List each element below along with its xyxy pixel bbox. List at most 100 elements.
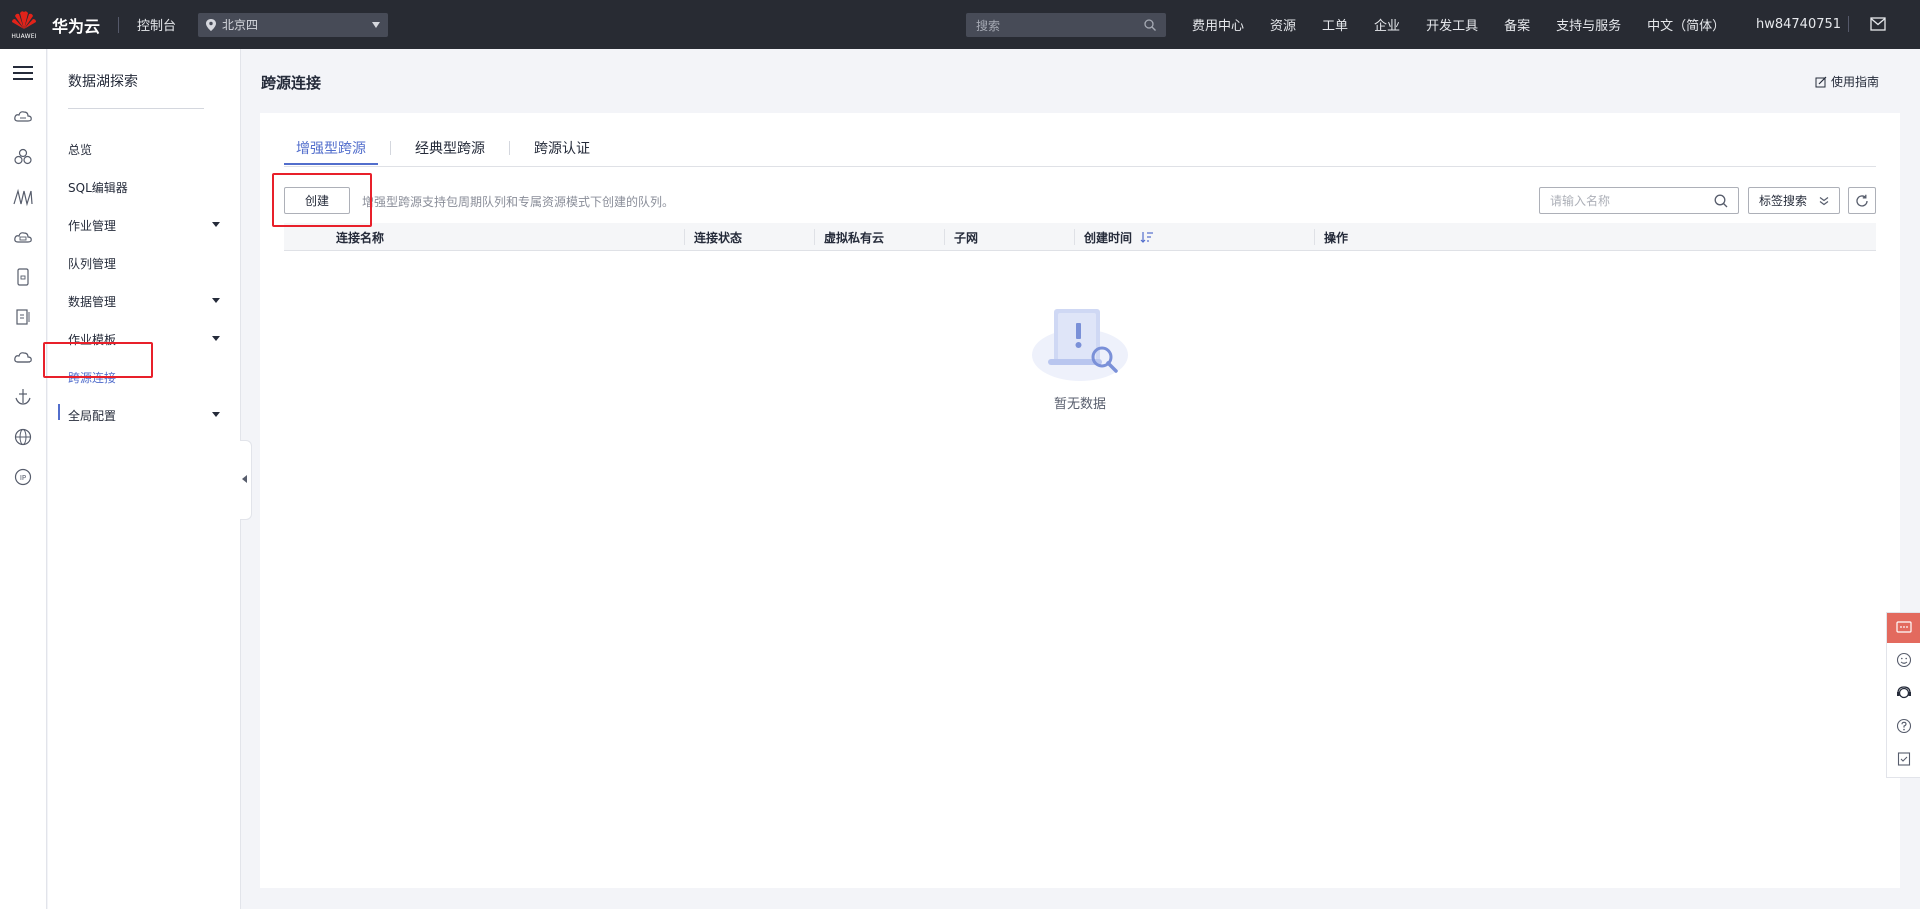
sort-icon[interactable] xyxy=(1140,231,1154,243)
tab-bar: 增强型跨源 经典型跨源 跨源认证 xyxy=(284,133,602,165)
mail-icon[interactable] xyxy=(1870,17,1886,31)
tag-search-button[interactable]: 标签搜索 xyxy=(1748,187,1840,214)
nav-support[interactable]: 支持与服务 xyxy=(1556,15,1621,34)
region-selector[interactable]: 北京四 xyxy=(198,12,389,37)
collapse-left-icon xyxy=(242,475,247,483)
column-divider xyxy=(814,229,815,245)
column-divider xyxy=(944,229,945,245)
column-subnet: 子网 xyxy=(954,230,979,245)
content-card: 增强型跨源 经典型跨源 跨源认证 创建 增强型跨源支持包周期队列和专属资源模式下… xyxy=(260,113,1900,888)
hint-text: 增强型跨源支持包周期队列和专属资源模式下创建的队列。 xyxy=(362,195,675,209)
cloud-icon[interactable] xyxy=(13,347,33,367)
sidebar-collapse-toggle[interactable] xyxy=(240,440,252,520)
user-account[interactable]: hw84740751 xyxy=(1756,0,1841,49)
cloud-server-icon[interactable] xyxy=(13,107,33,127)
column-create-time-label: 创建时间 xyxy=(1084,230,1133,245)
anchor-icon[interactable] xyxy=(13,387,33,407)
user-guide-link[interactable]: 使用指南 xyxy=(1815,73,1879,90)
ip-address-icon[interactable]: IP xyxy=(13,467,33,487)
column-actions: 操作 xyxy=(1324,230,1349,245)
sidebar-item-overview[interactable]: 总览 xyxy=(68,139,228,159)
globe-icon[interactable] xyxy=(13,427,33,447)
hamburger-menu-icon[interactable] xyxy=(13,65,33,81)
huawei-logo[interactable]: HUAWEI xyxy=(0,0,48,49)
nav-dev-tools[interactable]: 开发工具 xyxy=(1426,15,1478,34)
search-icon[interactable] xyxy=(1144,19,1156,31)
sidebar-item-job-management[interactable]: 作业管理 xyxy=(68,215,228,235)
sidebar: 数据湖探索 总览 SQL编辑器 作业管理 队列管理 数据管理 作业模板 跨源连接… xyxy=(48,49,241,909)
storage-device-icon[interactable] xyxy=(13,267,33,287)
location-pin-icon xyxy=(206,18,217,31)
document-icon[interactable] xyxy=(13,307,33,327)
sidebar-item-label: 作业管理 xyxy=(68,218,117,233)
tab-label: 增强型跨源 xyxy=(296,141,366,157)
console-link[interactable]: 控制台 xyxy=(137,15,176,34)
double-chevron-down-icon xyxy=(1819,196,1829,205)
cloud-database-icon[interactable] xyxy=(13,227,33,247)
tab-label: 经典型跨源 xyxy=(415,141,485,157)
tab-enhanced-datasource[interactable]: 增强型跨源 xyxy=(284,133,378,165)
tab-classic-datasource[interactable]: 经典型跨源 xyxy=(403,133,497,163)
nav-language[interactable]: 中文（简体） xyxy=(1647,15,1725,34)
column-vpc: 虚拟私有云 xyxy=(824,230,885,245)
empty-state-text: 暂无数据 xyxy=(1053,397,1106,412)
topbar-divider xyxy=(118,16,120,33)
brand-name[interactable]: 华为云 xyxy=(52,13,100,37)
active-indicator xyxy=(58,404,60,420)
caret-down-icon xyxy=(212,298,220,303)
highlight-box-sidebar xyxy=(43,342,153,378)
name-search-placeholder: 请输入名称 xyxy=(1550,194,1611,208)
highlight-box-create xyxy=(272,173,372,227)
sidebar-item-data-management[interactable]: 数据管理 xyxy=(68,291,228,311)
checklist-icon[interactable] xyxy=(1896,751,1912,767)
column-divider xyxy=(1314,229,1315,245)
column-divider xyxy=(684,229,685,245)
customer-service-icon[interactable] xyxy=(1896,685,1912,701)
name-search-input[interactable]: 请输入名称 xyxy=(1539,187,1739,214)
region-label: 北京四 xyxy=(222,18,259,32)
refresh-icon xyxy=(1856,194,1868,207)
caret-down-icon xyxy=(212,412,220,417)
empty-state xyxy=(1030,303,1130,387)
sidebar-item-label: 总览 xyxy=(68,142,93,157)
no-data-illustration-icon xyxy=(1032,309,1128,381)
tabs-underline xyxy=(284,166,1876,167)
column-create-time[interactable]: 创建时间 xyxy=(1084,223,1154,251)
tab-divider xyxy=(509,141,510,155)
column-connection-name: 连接名称 xyxy=(336,230,385,245)
cluster-icon[interactable] xyxy=(13,147,33,167)
sidebar-item-queue-management[interactable]: 队列管理 xyxy=(68,253,228,273)
tab-label: 跨源认证 xyxy=(534,141,590,157)
search-icon[interactable] xyxy=(1714,194,1728,208)
sidebar-divider xyxy=(68,108,204,109)
logo-text: HUAWEI xyxy=(11,33,37,40)
top-nav: 费用中心 资源 工单 企业 开发工具 备案 支持与服务 中文（简体） xyxy=(1192,0,1751,49)
column-divider xyxy=(1074,229,1075,245)
table-header: 连接名称 连接状态 虚拟私有云 子网 创建时间 操作 xyxy=(284,223,1876,251)
svg-text:IP: IP xyxy=(20,474,26,482)
edit-guide-icon xyxy=(1815,76,1827,87)
tab-divider xyxy=(390,141,391,155)
smiley-icon[interactable] xyxy=(1896,652,1912,668)
sidebar-item-label: 数据管理 xyxy=(68,294,117,309)
service-icon-rail: IP xyxy=(0,49,47,909)
feedback-button[interactable] xyxy=(1887,613,1920,643)
sidebar-item-global-config[interactable]: 全局配置 xyxy=(68,405,228,425)
refresh-button[interactable] xyxy=(1848,187,1876,214)
global-search-input[interactable]: 搜索 xyxy=(966,13,1166,37)
nav-resources[interactable]: 资源 xyxy=(1270,15,1296,34)
column-connection-status: 连接状态 xyxy=(694,230,743,245)
mountain-icon[interactable] xyxy=(13,187,33,207)
sidebar-item-sql-editor[interactable]: SQL编辑器 xyxy=(68,177,228,197)
help-icon[interactable] xyxy=(1896,718,1912,734)
nav-tickets[interactable]: 工单 xyxy=(1322,15,1348,34)
nav-filing[interactable]: 备案 xyxy=(1504,15,1530,34)
tab-datasource-auth[interactable]: 跨源认证 xyxy=(522,133,602,163)
nav-billing[interactable]: 费用中心 xyxy=(1192,15,1244,34)
page-title: 跨源连接 xyxy=(261,74,322,92)
nav-enterprise[interactable]: 企业 xyxy=(1374,15,1400,34)
sidebar-item-label: SQL编辑器 xyxy=(68,180,128,195)
chat-icon xyxy=(1896,621,1912,633)
caret-down-icon xyxy=(212,222,220,227)
sidebar-item-label: 全局配置 xyxy=(68,408,117,423)
